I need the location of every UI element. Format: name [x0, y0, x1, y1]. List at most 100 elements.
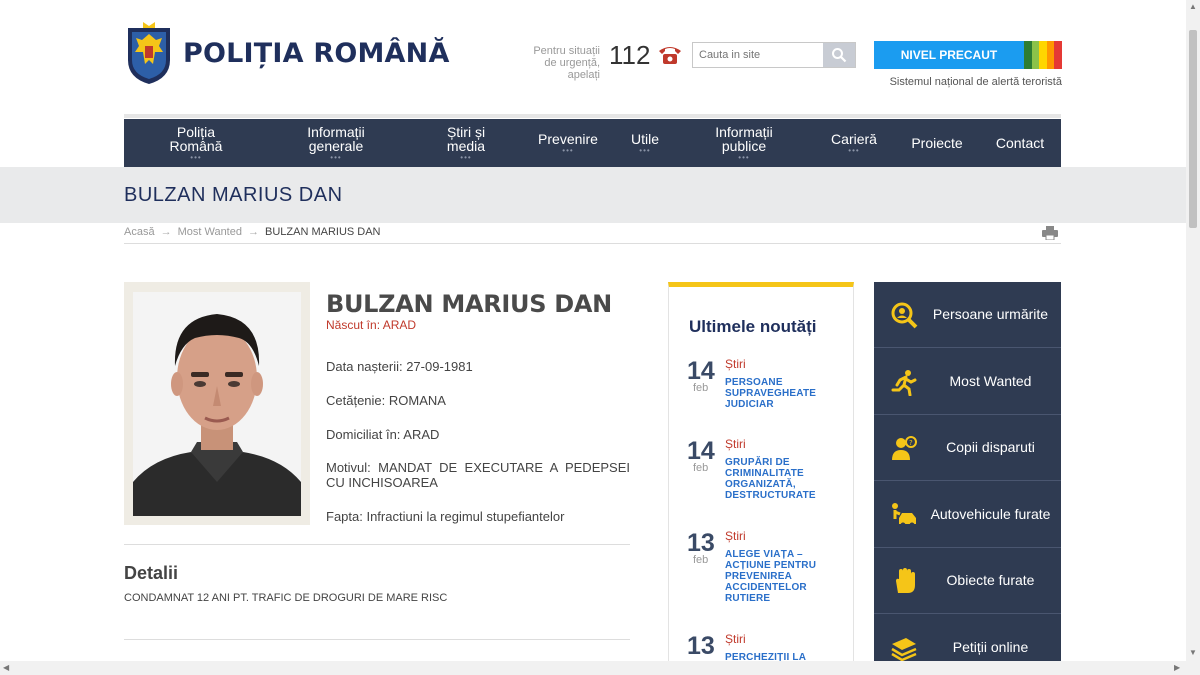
details-divider — [124, 639, 630, 640]
submenu-indicator: ••• — [330, 153, 342, 162]
site-title: POLIȚIA ROMÂNĂ — [183, 37, 450, 69]
nav-item-informatii-generale[interactable]: Informații generale ••• — [294, 119, 378, 167]
svg-text:?: ? — [909, 439, 913, 447]
side-link-label: Petiții online — [952, 639, 1029, 655]
person-portrait-icon — [133, 292, 301, 516]
running-person-icon — [891, 369, 917, 396]
profile-divider — [124, 544, 630, 545]
news-month: feb — [693, 554, 709, 566]
nav-item-stiri-media[interactable]: Știri și media ••• — [424, 119, 508, 167]
side-link-label: Most Wanted — [949, 373, 1032, 389]
side-link-label: Autovehicule furate — [930, 506, 1051, 522]
news-month: feb — [693, 382, 709, 394]
news-category[interactable]: Știri — [725, 357, 746, 371]
side-link-label: Copii disparuti — [946, 439, 1035, 455]
nav-label: Prevenire — [538, 131, 598, 147]
news-category[interactable]: Știri — [725, 529, 746, 543]
news-month: feb — [693, 462, 709, 474]
nav-label: Informații generale — [307, 124, 365, 154]
scroll-up-icon[interactable]: ▲ — [1189, 2, 1197, 11]
nav-item-cariera[interactable]: Carieră ••• — [820, 119, 888, 167]
submenu-indicator: ••• — [460, 153, 472, 162]
submenu-indicator: ••• — [190, 153, 202, 162]
side-link-persoane-urmarite[interactable]: Persoane urmărite — [874, 282, 1061, 348]
news-headline[interactable]: GRUPĂRI DE CRIMINALITATE ORGANIZATĂ, DES… — [725, 457, 839, 501]
details-text: CONDAMNAT 12 ANI PT. TRAFIC DE DROGURI D… — [124, 592, 448, 604]
suspect-photo — [133, 292, 301, 516]
nav-label: Utile — [630, 131, 659, 147]
phone-icon — [659, 47, 681, 64]
latest-news-panel: Ultimele noutăți 14 feb Știri PERSOANE S… — [668, 282, 854, 675]
nav-item-politia-romana[interactable]: Poliția Română ••• — [148, 119, 244, 167]
news-headline[interactable]: PERSOANE SUPRAVEGHEATE JUDICIAR — [725, 377, 839, 410]
alert-stripe-lightgreen — [1031, 41, 1040, 69]
submenu-indicator: ••• — [738, 153, 750, 162]
submenu-indicator: ••• — [562, 146, 574, 155]
nav-item-proiecte[interactable]: Proiecte — [900, 119, 974, 167]
nav-item-utile[interactable]: Utile ••• — [618, 119, 672, 167]
nav-label: Știri și media — [446, 124, 486, 154]
scroll-down-icon[interactable]: ▼ — [1189, 648, 1197, 657]
scroll-thumb[interactable] — [1189, 30, 1197, 228]
horizontal-scrollbar[interactable]: ◀ ▶ — [0, 661, 1186, 675]
alert-caption: Sistemul național de alertă teroristă — [889, 76, 1062, 88]
page: POLIȚIA ROMÂNĂ Pentru situații de urgenț… — [0, 0, 1200, 675]
nav-label: Informații publice — [715, 124, 773, 154]
breadcrumb-most-wanted[interactable]: Most Wanted — [178, 226, 242, 238]
nav-label: Carieră — [831, 131, 877, 147]
submenu-indicator: ••• — [639, 146, 651, 155]
emergency-label: Pentru situații de urgență, apelați — [533, 45, 600, 81]
news-category[interactable]: Știri — [725, 632, 746, 646]
details-heading: Detalii — [124, 563, 179, 583]
main-nav: Poliția Română ••• Informații generale •… — [124, 119, 1061, 167]
news-heading: Ultimele noutăți — [689, 317, 817, 336]
residence: Domiciliat în: ARAD — [326, 427, 440, 442]
birth-date: Data nașterii: 27-09-1981 — [326, 359, 473, 374]
news-category[interactable]: Știri — [725, 437, 746, 451]
breadcrumb-divider — [124, 243, 1061, 244]
scroll-left-icon[interactable]: ◀ — [3, 663, 9, 672]
documents-icon — [891, 637, 917, 661]
news-headline[interactable]: ALEGE VIAȚA – ACȚIUNE PENTRU PREVENIREA … — [725, 549, 839, 604]
terror-alert-level[interactable]: NIVEL PRECAUT — [874, 41, 1062, 69]
search-input[interactable] — [693, 43, 823, 67]
nav-label: Proiecte — [911, 135, 963, 151]
nav-item-prevenire[interactable]: Prevenire ••• — [526, 119, 610, 167]
side-link-copii-disparuti[interactable]: ? Copii disparuti — [874, 415, 1061, 481]
alert-stripe-orange — [1046, 41, 1055, 69]
alert-stripe-yellow — [1039, 41, 1047, 69]
side-link-autovehicule-furate[interactable]: Autovehicule furate — [874, 482, 1061, 548]
side-link-label: Obiecte furate — [946, 572, 1035, 588]
news-day: 13 — [687, 632, 715, 660]
side-link-most-wanted[interactable]: Most Wanted — [874, 349, 1061, 415]
nav-label: Poliția Română — [169, 124, 223, 154]
print-icon[interactable] — [1042, 226, 1058, 240]
coat-of-arms-icon — [128, 22, 170, 84]
side-link-obiecte-furate[interactable]: Obiecte furate — [874, 548, 1061, 614]
scroll-right-icon[interactable]: ▶ — [1174, 663, 1180, 672]
warrant-reason: Motivul: MANDAT DE EXECUTARE A PEDEPSEI … — [326, 460, 630, 490]
alert-stripe-red — [1054, 41, 1062, 69]
stolen-car-icon — [892, 502, 916, 527]
search-box — [692, 42, 856, 68]
offence: Fapta: Infractiuni la regimul stupefiant… — [326, 509, 565, 524]
breadcrumb: Acasă → Most Wanted → BULZAN MARIUS DAN — [124, 226, 381, 238]
nav-label: Contact — [995, 135, 1045, 151]
page-title: BULZAN MARIUS DAN — [124, 184, 343, 206]
quick-links-menu: Persoane urmărite Most Wanted ? Copii di… — [874, 282, 1061, 675]
nav-item-informatii-publice[interactable]: Informații publice ••• — [702, 119, 786, 167]
search-button[interactable] — [823, 43, 855, 67]
nav-divider — [124, 114, 1061, 118]
arrow-right-icon: → — [247, 226, 259, 238]
site-logo[interactable]: POLIȚIA ROMÂNĂ — [124, 20, 450, 86]
vertical-scrollbar[interactable]: ▲ ▼ — [1186, 0, 1200, 675]
emergency-number: 112 — [609, 40, 651, 70]
hand-icon — [896, 567, 915, 593]
breadcrumb-home[interactable]: Acasă — [124, 226, 155, 238]
alert-stripe-green — [1024, 41, 1032, 69]
person-name: BULZAN MARIUS DAN — [326, 290, 612, 318]
birthplace: Născut în: ARAD — [326, 318, 417, 332]
nav-item-contact[interactable]: Contact — [988, 119, 1052, 167]
missing-child-icon: ? — [892, 435, 917, 460]
side-link-label: Persoane urmărite — [932, 306, 1049, 322]
